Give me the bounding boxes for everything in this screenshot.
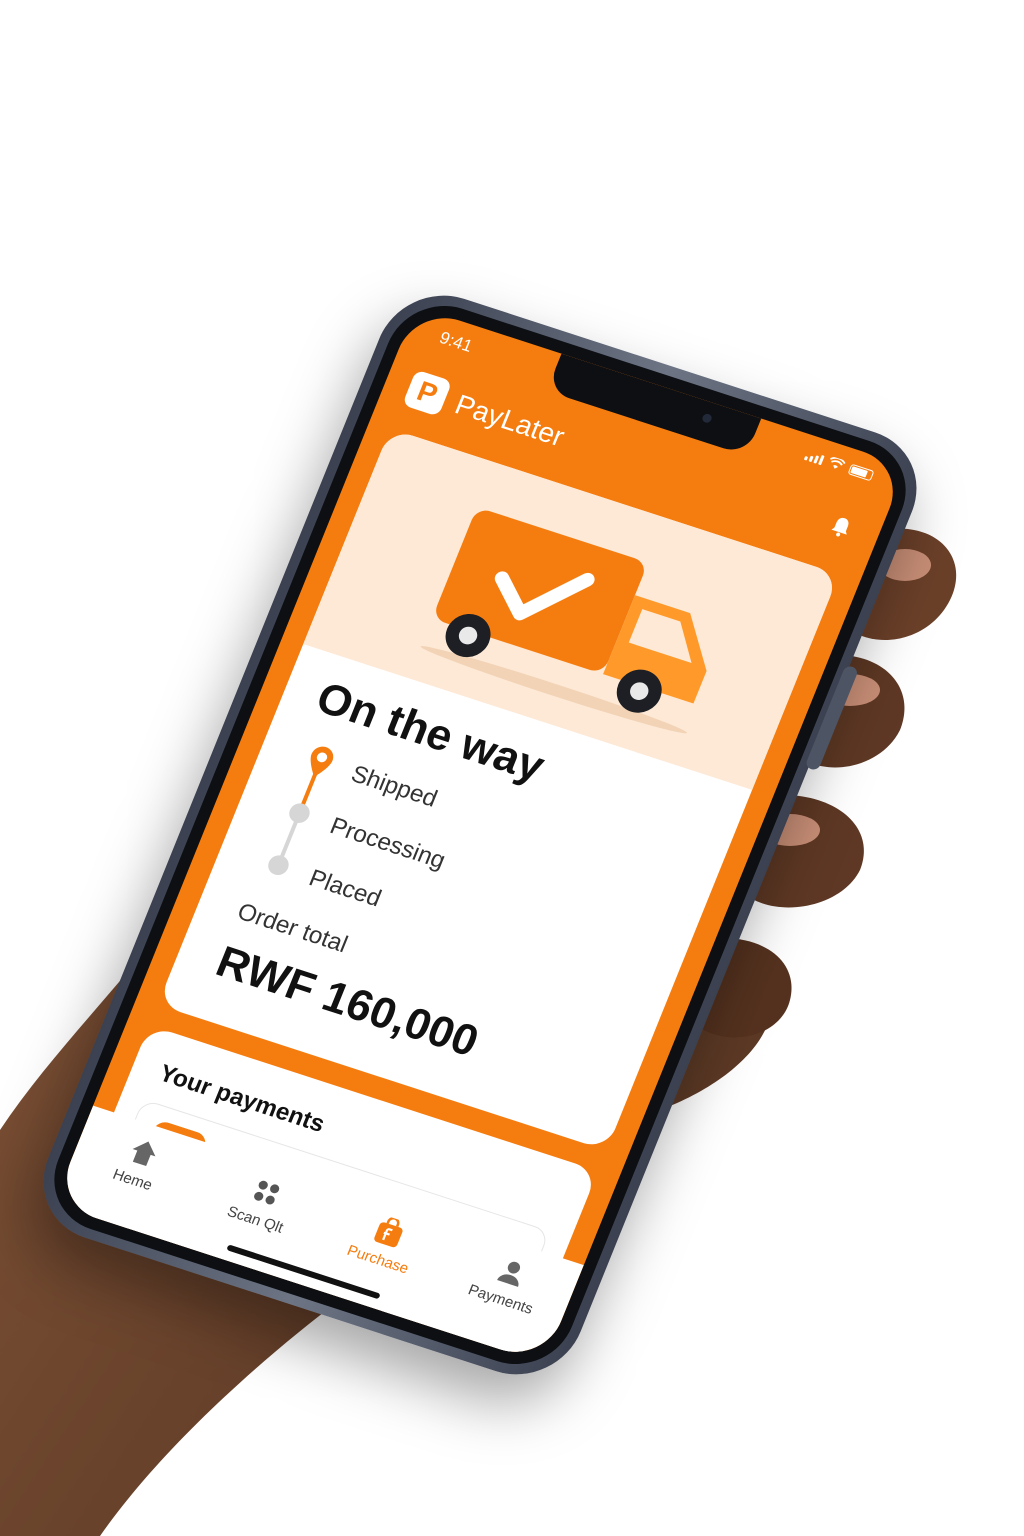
purchase-icon <box>373 1216 403 1248</box>
tab-purchase[interactable]: Purchase <box>327 1203 442 1283</box>
camera-icon <box>701 412 713 424</box>
battery-icon <box>847 463 875 482</box>
timeline-label-processing: Processing <box>326 812 450 875</box>
location-pin-icon <box>310 746 334 777</box>
scan-icon <box>253 1180 279 1205</box>
home-icon <box>132 1141 155 1166</box>
tab-scan[interactable]: Scan Qlt <box>204 1163 319 1243</box>
tab-home-label: Heme <box>110 1165 155 1195</box>
timeline-label-shipped: Shipped <box>347 760 442 813</box>
status-icons <box>803 449 875 482</box>
signal-icon <box>803 450 825 466</box>
delivery-truck-icon <box>420 510 707 734</box>
status-time: 9:41 <box>436 328 476 356</box>
timeline-label-placed: Placed <box>305 864 386 913</box>
app-title: PayLater <box>450 388 569 453</box>
tab-purchase-label: Purchase <box>344 1242 412 1278</box>
timeline-dot-placed <box>265 852 292 878</box>
wifi-icon <box>830 457 846 469</box>
timeline-dot-processing <box>286 800 313 826</box>
tab-payments-label: Payments <box>465 1281 536 1318</box>
person-icon <box>496 1261 520 1287</box>
tab-scan-label: Scan Qlt <box>224 1203 286 1237</box>
tab-payments[interactable]: Payments <box>450 1243 565 1323</box>
bell-icon[interactable] <box>825 512 857 542</box>
order-total-value: RWF 160,000 <box>209 937 486 1067</box>
order-timeline: Shipped Processing Placed <box>251 741 653 1001</box>
tab-home[interactable]: Heme <box>82 1123 197 1203</box>
paylater-logo-icon: P <box>402 369 453 417</box>
